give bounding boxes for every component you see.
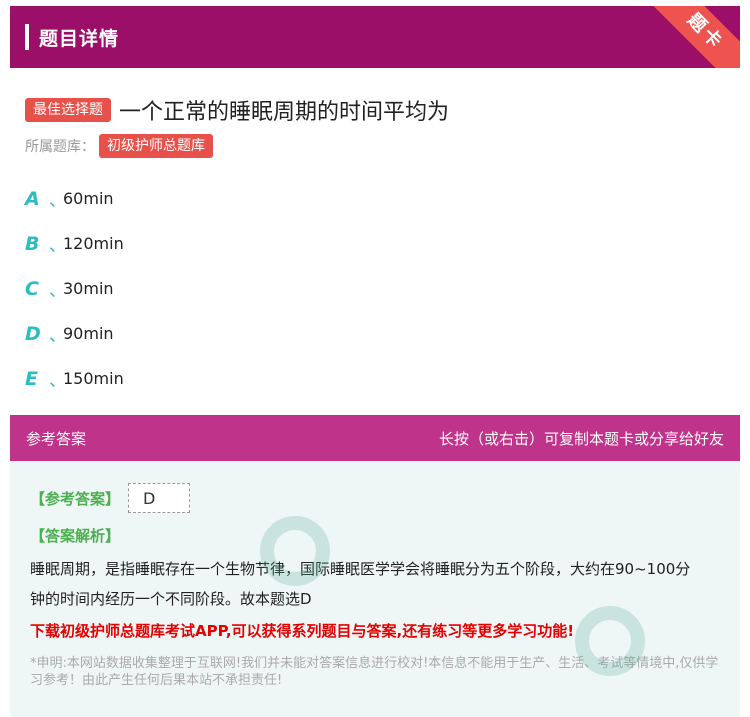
answer-body[interactable]: 【参考答案】 D 【答案解析】 睡眠周期，是指睡眠存在一个生物节律，国际睡眠医学… (10, 461, 740, 717)
answer-label: 【参考答案】 (30, 489, 121, 508)
option-text: 30min (63, 279, 114, 298)
option-text: 120min (63, 234, 124, 253)
explanation-label: 【答案解析】 (30, 527, 121, 545)
answer-section-title: 参考答案 (26, 429, 87, 448)
answer-value: D (128, 483, 191, 513)
option-text: 90min (63, 324, 114, 343)
option-a[interactable]: A 、 60min (25, 176, 725, 221)
disclaimer-text: *申明:本网站数据收集整理于互联网!我们并未能对答案信息进行校对!本信息不能用于… (30, 656, 719, 688)
option-d[interactable]: D 、 90min (25, 311, 725, 356)
question-card: 题目详情 题卡 最佳选择题 一个正常的睡眠周期的时间平均为 所属题库： 初级护师… (10, 6, 740, 401)
option-letter: E (25, 367, 38, 390)
option-b[interactable]: B 、 120min (25, 221, 725, 266)
corner-ribbon: 题卡 (646, 6, 740, 68)
library-label: 所属题库： (25, 139, 95, 155)
option-e[interactable]: E 、 150min (25, 356, 725, 401)
question-section: 最佳选择题 一个正常的睡眠周期的时间平均为 所属题库： 初级护师总题库 A 、 … (10, 68, 740, 401)
option-letter: B (25, 232, 40, 255)
answer-header: 参考答案 长按（或右击）可复制本题卡或分享给好友 (10, 415, 740, 461)
option-letter: A (25, 187, 40, 210)
app-promo-link[interactable]: 下载初级护师总题库考试APP,可以获得系列题目与答案,还有练习等更多学习功能! (30, 620, 720, 641)
share-hint: 长按（或右击）可复制本题卡或分享给好友 (438, 429, 724, 448)
option-text: 150min (63, 369, 124, 388)
explanation-text: 睡眠周期，是指睡眠存在一个生物节律，国际睡眠医学学会将睡眠分为五个阶段，大约在9… (30, 560, 691, 608)
option-letter: C (25, 277, 39, 300)
library-tag[interactable]: 初级护师总题库 (99, 134, 213, 158)
options-list: A 、 60min B 、 120min C 、 30min D 、 90min… (25, 176, 725, 401)
card-header: 题目详情 题卡 (10, 6, 740, 68)
header-accent-bar (25, 24, 29, 50)
page-title: 题目详情 (39, 27, 120, 50)
question-type-tag: 最佳选择题 (25, 98, 111, 122)
question-text: 一个正常的睡眠周期的时间平均为 (119, 100, 450, 125)
option-c[interactable]: C 、 30min (25, 266, 725, 311)
option-letter: D (25, 322, 41, 345)
option-text: 60min (63, 189, 114, 208)
